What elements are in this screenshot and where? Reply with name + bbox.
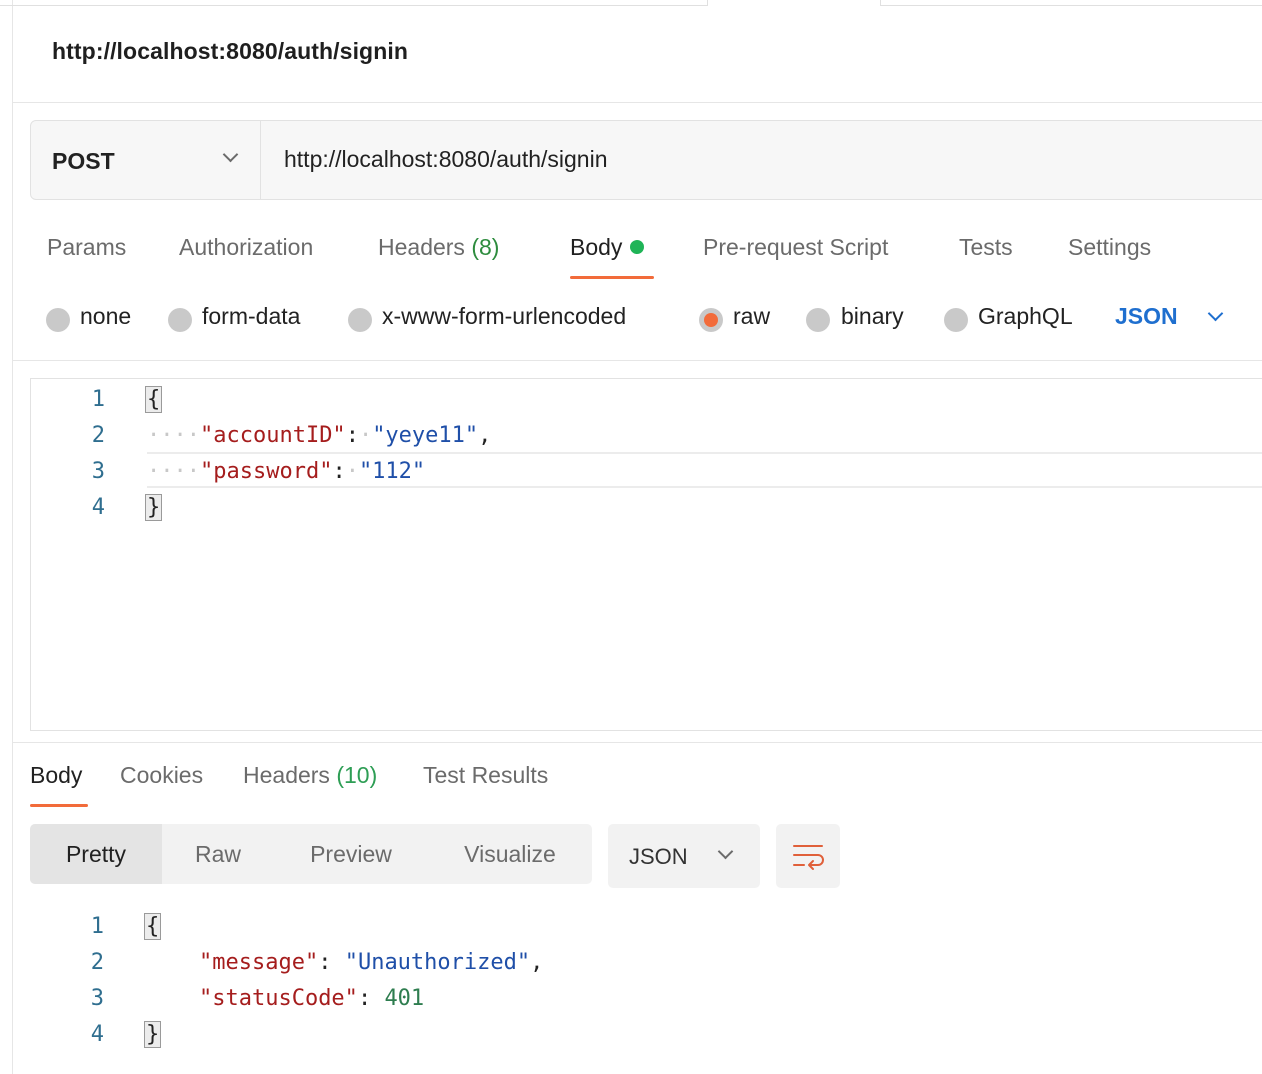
wrap-lines-button[interactable]: [776, 824, 840, 888]
divider: [13, 360, 1262, 361]
tab-authorization[interactable]: Authorization: [179, 234, 313, 261]
json-key: "accountID": [199, 423, 346, 448]
view-raw-button[interactable]: Raw: [162, 824, 274, 884]
body-language-select[interactable]: JSON: [1115, 303, 1178, 330]
radio-binary[interactable]: [806, 308, 830, 332]
line-number: 3: [91, 459, 105, 484]
tab-body[interactable]: Body: [570, 234, 645, 261]
code-line: 1 {: [30, 908, 1262, 944]
resp-tab-headers[interactable]: Headers (10): [243, 762, 377, 789]
tab-params[interactable]: Params: [47, 234, 126, 261]
code-line: 2 "message": "Unauthorized",: [30, 944, 1262, 980]
view-visualize-button[interactable]: Visualize: [428, 824, 592, 884]
mode-raw-label: raw: [733, 303, 771, 329]
response-tabs: Body Cookies Headers (10) Test Results: [0, 760, 1262, 810]
json-key: "password": [199, 459, 333, 484]
radio-graphql[interactable]: [944, 308, 968, 332]
resp-tab-headers-label: Headers: [243, 762, 330, 788]
line-number: 2: [91, 423, 105, 448]
body-mode-selector: none form-data x-www-form-urlencoded raw…: [0, 300, 1262, 340]
code-line: 3 ····"password":·"112": [31, 453, 1262, 489]
active-tab-indicator: [30, 804, 88, 807]
code-line: 4 }: [31, 489, 1262, 525]
resp-tab-cookies[interactable]: Cookies: [120, 762, 203, 789]
tab-body-label: Body: [570, 234, 623, 260]
chevron-down-icon: [222, 146, 239, 163]
line-number: 4: [90, 1022, 104, 1047]
code-line: 4 }: [30, 1016, 1262, 1052]
chevron-down-icon: [717, 843, 734, 860]
tab-settings[interactable]: Settings: [1068, 234, 1151, 261]
open-brace: {: [144, 913, 162, 940]
tab-tests[interactable]: Tests: [959, 234, 1013, 261]
json-key: "message": [198, 950, 319, 975]
radio-none[interactable]: [46, 308, 70, 332]
view-pretty-button[interactable]: Pretty: [30, 824, 162, 884]
method-label: POST: [52, 148, 115, 174]
left-border: [12, 0, 13, 1074]
line-number: 2: [90, 950, 104, 975]
response-body-viewer: 1 { 2 "message": "Unauthorized", 3 "stat…: [30, 906, 1262, 1066]
text-wrap-icon: [793, 845, 824, 870]
radio-raw[interactable]: [699, 308, 723, 332]
open-brace: {: [145, 386, 163, 413]
url-input[interactable]: http://localhost:8080/auth/signin: [284, 146, 608, 173]
url-bar: POST http://localhost:8080/auth/signin: [30, 120, 1262, 200]
green-dot-icon: [630, 240, 645, 254]
chevron-down-icon[interactable]: [1207, 305, 1224, 322]
resp-tab-body[interactable]: Body: [30, 762, 82, 789]
json-value: "Unauthorized": [344, 950, 531, 975]
response-language-label: JSON: [629, 844, 688, 869]
request-title[interactable]: http://localhost:8080/auth/signin: [52, 38, 408, 65]
response-language-select[interactable]: JSON: [608, 824, 760, 888]
line-number: 4: [91, 495, 105, 520]
mode-binary-label: binary: [841, 303, 904, 329]
line-number: 1: [91, 387, 105, 412]
divider: [13, 102, 1262, 103]
json-value: "yeye11": [372, 423, 479, 448]
line-number: 1: [90, 914, 104, 939]
code-line: 2 ····"accountID":·"yeye11",: [31, 417, 1262, 453]
line-number: 3: [90, 986, 104, 1011]
json-value: 401: [384, 986, 425, 1011]
radio-urlencoded[interactable]: [348, 308, 372, 332]
request-tabs: Params Authorization Headers (8) Body Pr…: [0, 228, 1262, 280]
tab-headers-label: Headers: [378, 234, 465, 260]
json-value: "112": [358, 459, 426, 484]
response-view-toggle: Pretty Raw Preview Visualize: [30, 824, 592, 884]
code-line: 3 "statusCode": 401: [30, 980, 1262, 1016]
divider: [13, 742, 1262, 743]
code-line: 1 {: [31, 381, 1262, 417]
mode-graphql-label: GraphQL: [978, 303, 1073, 329]
mode-form-data-label: form-data: [202, 303, 301, 329]
resp-headers-count: (10): [336, 762, 378, 788]
tab-headers[interactable]: Headers (8): [378, 234, 499, 261]
close-brace: }: [144, 1021, 162, 1048]
view-preview-button[interactable]: Preview: [274, 824, 428, 884]
tab-prerequest-script[interactable]: Pre-request Script: [703, 234, 888, 261]
radio-form-data[interactable]: [168, 308, 192, 332]
close-brace: }: [145, 494, 163, 521]
headers-count: (8): [471, 234, 500, 260]
mode-none-label: none: [80, 303, 132, 329]
json-key: "statusCode": [198, 986, 358, 1011]
method-select[interactable]: POST: [31, 121, 261, 199]
tab-strip-edge: [0, 0, 1262, 6]
request-body-editor[interactable]: 1 { 2 ····"accountID":·"yeye11", 3 ····"…: [30, 378, 1262, 731]
resp-tab-test-results[interactable]: Test Results: [423, 762, 548, 789]
mode-urlencoded-label: x-www-form-urlencoded: [382, 303, 627, 329]
active-tab-indicator: [570, 276, 654, 279]
